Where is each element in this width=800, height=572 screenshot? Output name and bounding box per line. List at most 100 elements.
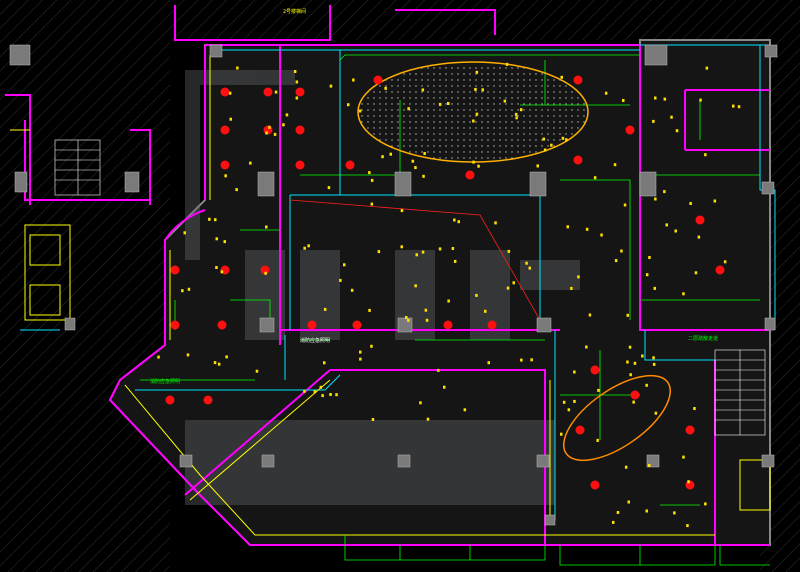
fixture-icon bbox=[255, 369, 259, 373]
fixture-icon bbox=[368, 308, 371, 312]
fixture-icon bbox=[562, 400, 566, 404]
downlight-icon bbox=[695, 215, 705, 225]
downlight-icon bbox=[685, 480, 695, 490]
fixture-icon bbox=[273, 132, 277, 136]
fixture-icon bbox=[596, 438, 599, 442]
fixture-icon bbox=[704, 153, 707, 157]
room-label-top: 2号楼梯间 bbox=[283, 9, 307, 15]
downlight-icon bbox=[715, 265, 725, 275]
fixture-icon bbox=[293, 70, 297, 73]
fixture-icon bbox=[323, 361, 326, 365]
fixture-icon bbox=[319, 385, 323, 389]
fixture-icon bbox=[585, 345, 588, 349]
fixture-icon bbox=[604, 91, 608, 95]
fixture-icon bbox=[214, 218, 217, 222]
fixture-icon bbox=[472, 160, 475, 164]
fixture-icon bbox=[215, 237, 218, 241]
fixture-icon bbox=[663, 190, 666, 194]
fixture-icon bbox=[652, 119, 655, 123]
downlight-icon bbox=[625, 125, 635, 135]
fixture-icon bbox=[265, 131, 268, 135]
fixture-icon bbox=[673, 511, 676, 515]
fixture-icon bbox=[477, 164, 480, 168]
fixture-icon bbox=[641, 354, 644, 358]
fixture-icon bbox=[633, 361, 637, 365]
fixture-icon bbox=[422, 174, 425, 178]
fixture-icon bbox=[670, 115, 673, 119]
fixture-icon bbox=[339, 278, 342, 282]
fixture-icon bbox=[507, 249, 511, 253]
fixture-icon bbox=[321, 394, 324, 398]
fixture-icon bbox=[183, 231, 186, 235]
fixture-icon bbox=[215, 266, 218, 269]
fixture-icon bbox=[472, 119, 475, 123]
fixture-icon bbox=[329, 393, 332, 396]
leader-label-center: 消防应急照明 bbox=[300, 338, 331, 344]
fixture-icon bbox=[208, 217, 211, 221]
fixture-icon bbox=[530, 358, 533, 362]
fixture-icon bbox=[421, 250, 425, 254]
fixture-icon bbox=[699, 98, 702, 102]
fixture-icon bbox=[447, 102, 450, 105]
fixture-icon bbox=[577, 275, 580, 279]
downlight-icon bbox=[295, 125, 305, 135]
downlight-icon bbox=[487, 320, 497, 330]
fixture-icon bbox=[585, 227, 589, 231]
fixture-icon bbox=[265, 225, 268, 229]
fixture-icon bbox=[732, 104, 735, 108]
fixture-icon bbox=[228, 91, 232, 95]
downlight-icon bbox=[263, 87, 273, 97]
fixture-icon bbox=[514, 112, 518, 116]
fixture-icon bbox=[665, 223, 668, 227]
fixture-icon bbox=[653, 286, 656, 290]
fixture-icon bbox=[645, 273, 649, 277]
downlight-icon bbox=[345, 160, 355, 170]
fixture-icon bbox=[453, 259, 457, 263]
fixture-icon bbox=[565, 138, 568, 142]
fixture-icon bbox=[704, 502, 707, 506]
fixture-icon bbox=[675, 129, 679, 133]
fixture-icon bbox=[694, 271, 698, 275]
fixture-icon bbox=[525, 261, 528, 265]
fixture-icon bbox=[543, 148, 547, 152]
fixture-icon bbox=[224, 174, 227, 178]
fixture-icon bbox=[474, 87, 477, 91]
fixture-icon bbox=[423, 152, 426, 155]
fixture-icon bbox=[475, 70, 479, 74]
fixture-icon bbox=[370, 178, 374, 182]
cad-floor-plan-canvas: 2号楼梯间 二层疏散走道 消防应急照明 消防应急照明 bbox=[0, 0, 800, 572]
downlight-icon bbox=[443, 320, 453, 330]
fixture-icon bbox=[475, 293, 478, 297]
fixture-icon bbox=[629, 373, 632, 377]
fixture-icon bbox=[285, 113, 289, 117]
fixture-icon bbox=[622, 99, 625, 102]
fixture-icon bbox=[689, 202, 692, 205]
fixture-icon bbox=[687, 480, 690, 484]
fixture-icon bbox=[573, 399, 576, 403]
fixture-icon bbox=[663, 97, 667, 101]
fixture-icon bbox=[648, 256, 651, 259]
fixture-icon bbox=[561, 136, 565, 140]
fixture-icon bbox=[645, 383, 648, 387]
fixture-icon bbox=[693, 407, 696, 410]
fixture-icon bbox=[425, 318, 429, 322]
downlight-icon bbox=[165, 395, 175, 405]
fixture-icon bbox=[612, 520, 615, 524]
fixture-icon bbox=[567, 408, 571, 412]
fixture-icon bbox=[282, 123, 285, 127]
fixture-icon bbox=[494, 221, 497, 225]
fixture-icon bbox=[359, 350, 362, 354]
fixture-icon bbox=[654, 197, 657, 201]
downlight-icon bbox=[590, 480, 600, 490]
downlight-icon bbox=[220, 160, 230, 170]
fixture-icon bbox=[627, 500, 630, 504]
fixture-icon bbox=[181, 289, 184, 293]
downlight-icon bbox=[203, 395, 213, 405]
fixture-icon bbox=[295, 80, 299, 84]
fixture-icon bbox=[424, 308, 428, 312]
fixture-icon bbox=[484, 309, 487, 313]
downlight-icon bbox=[170, 320, 180, 330]
fixture-icon bbox=[303, 246, 306, 250]
fixture-icon bbox=[223, 240, 226, 244]
fixture-icon bbox=[437, 368, 440, 372]
